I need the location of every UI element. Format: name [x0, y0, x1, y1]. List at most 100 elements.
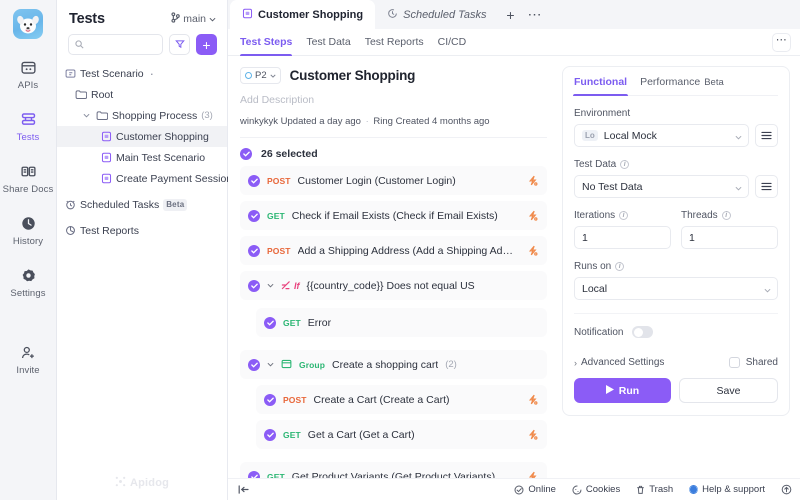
script-bolt-icon[interactable]	[528, 245, 538, 256]
step-checkbox[interactable]	[264, 316, 276, 329]
sidebar-item-share-docs[interactable]: Share Docs	[2, 162, 54, 195]
script-bolt-icon[interactable]	[528, 429, 538, 440]
runs-on-select[interactable]: Local	[574, 277, 778, 300]
user-avatar[interactable]	[13, 9, 43, 39]
filter-icon	[174, 36, 185, 54]
page-title: Tests	[69, 11, 105, 27]
tab-scheduled-tasks[interactable]: Scheduled Tasks	[375, 0, 498, 29]
step-method: POST	[283, 394, 307, 405]
sidebar-item-label: APIs	[17, 80, 39, 91]
priority-selector[interactable]: P2	[240, 67, 281, 84]
shared-label: Shared	[745, 357, 778, 368]
tree-item-main-test-scenario[interactable]: Main Test Scenario	[57, 147, 227, 168]
status-online[interactable]: Online	[514, 484, 556, 495]
step-method: GET	[283, 317, 301, 328]
branch-selector[interactable]: main	[171, 12, 216, 26]
script-bolt-icon[interactable]	[528, 394, 538, 405]
chevron-down-icon[interactable]	[267, 362, 274, 367]
step-row-group[interactable]: Group Create a shopping cart (2)	[240, 350, 547, 379]
status-trash[interactable]: Trash	[636, 484, 673, 495]
tree-item-scheduled-tasks[interactable]: Scheduled Tasks Beta	[57, 194, 227, 215]
step-checkbox[interactable]	[264, 393, 276, 406]
shared-checkbox-group[interactable]: Shared	[728, 357, 778, 368]
shared-checkbox[interactable]	[728, 357, 740, 368]
sidebar-item-settings[interactable]: Settings	[2, 266, 54, 299]
folder-icon	[96, 110, 108, 121]
tab-performance[interactable]: Performance Beta	[640, 76, 724, 95]
info-icon[interactable]: i	[615, 262, 625, 271]
tab-overflow-button[interactable]: ⋯	[522, 0, 546, 29]
tree-item-shopping-process[interactable]: Shopping Process (3)	[57, 105, 227, 126]
step-checkbox[interactable]	[248, 209, 260, 222]
tab-customer-shopping[interactable]: Customer Shopping	[230, 0, 376, 29]
tab-test-steps[interactable]: Test Steps	[240, 29, 293, 56]
step-row[interactable]: GET Error	[256, 308, 547, 337]
tree-search-row: +	[57, 34, 227, 55]
select-all-checkbox[interactable]	[240, 148, 252, 160]
tree-item-test-reports[interactable]: Test Reports	[57, 220, 227, 241]
environment-select[interactable]: Lo Local Mock	[574, 124, 749, 147]
sidebar-item-apis[interactable]: APIs	[2, 58, 54, 91]
tree-item-test-scenario[interactable]: Test Scenario ·	[57, 63, 227, 84]
status-help-support[interactable]: Help & support	[689, 484, 765, 495]
notification-toggle[interactable]	[632, 326, 654, 338]
threads-input[interactable]: 1	[681, 226, 778, 249]
tab-test-reports[interactable]: Test Reports	[365, 29, 424, 56]
list-lines-icon	[761, 178, 772, 196]
script-bolt-icon[interactable]	[528, 210, 538, 221]
step-row[interactable]: POST Add a Shipping Address (Add a Shipp…	[240, 236, 547, 265]
sidebar-item-tests[interactable]: Tests	[2, 110, 54, 143]
tab-test-data[interactable]: Test Data	[306, 29, 350, 56]
step-row[interactable]: POST Customer Login (Customer Login)	[240, 166, 547, 195]
notification-label: Notification	[574, 326, 624, 338]
advanced-settings-toggle[interactable]: › Advanced Settings	[574, 357, 664, 368]
tree-item-root[interactable]: Root	[57, 84, 227, 105]
test-data-select[interactable]: No Test Data	[574, 175, 749, 198]
new-tab-button[interactable]: +	[498, 0, 522, 29]
info-icon[interactable]: i	[620, 160, 630, 169]
tab-functional[interactable]: Functional	[572, 76, 629, 96]
sidebar-item-label: Share Docs	[2, 184, 54, 195]
step-checkbox[interactable]	[248, 174, 260, 187]
step-checkbox[interactable]	[248, 358, 260, 371]
step-checkbox[interactable]	[264, 428, 276, 441]
step-row[interactable]: GET Get a Cart (Get a Cart)	[256, 420, 547, 449]
more-options-button[interactable]: ⋯	[772, 32, 791, 52]
description-input[interactable]: Add Description	[240, 94, 547, 106]
selected-count-label: 26 selected	[261, 148, 318, 160]
step-row[interactable]: POST Create a Cart (Create a Cart)	[256, 385, 547, 414]
scenario-header: P2 Customer Shopping	[240, 67, 547, 84]
step-checkbox[interactable]	[248, 244, 260, 257]
status-upgrade[interactable]	[781, 484, 792, 495]
step-row[interactable]: GET Check if Email Exists (Check if Emai…	[240, 201, 547, 230]
tree-item-label: Root	[91, 88, 114, 101]
step-checkbox[interactable]	[248, 279, 260, 292]
step-row-condition[interactable]: If {{country_code}} Does not equal US	[240, 271, 547, 300]
search-box[interactable]	[68, 34, 163, 55]
search-icon	[75, 36, 84, 54]
script-bolt-icon[interactable]	[528, 471, 538, 478]
sidebar-item-invite[interactable]: Invite	[2, 343, 54, 376]
chevron-down-icon[interactable]	[81, 113, 92, 118]
status-cookies[interactable]: Cookies	[572, 484, 620, 495]
search-input[interactable]	[88, 39, 156, 50]
script-bolt-icon[interactable]	[528, 175, 538, 186]
iterations-input[interactable]: 1	[574, 226, 671, 249]
step-row[interactable]: GET Get Product Variants (Get Product Va…	[240, 462, 547, 478]
run-button[interactable]: Run	[574, 378, 671, 403]
settings-icon	[20, 266, 37, 285]
info-icon[interactable]: i	[721, 211, 731, 220]
chevron-down-icon[interactable]	[267, 283, 274, 288]
collapse-sidebar-icon[interactable]	[238, 485, 249, 494]
environment-manage-button[interactable]	[755, 124, 778, 147]
tree-item-create-payment-session[interactable]: Create Payment Session	[57, 168, 232, 189]
sidebar-item-history[interactable]: History	[2, 214, 54, 247]
step-checkbox[interactable]	[248, 470, 260, 478]
tab-cicd[interactable]: CI/CD	[438, 29, 467, 56]
filter-button[interactable]	[169, 34, 190, 55]
save-button[interactable]: Save	[679, 378, 778, 403]
test-data-manage-button[interactable]	[755, 175, 778, 198]
add-test-button[interactable]: +	[196, 34, 217, 55]
tree-item-customer-shopping[interactable]: Customer Shopping	[57, 126, 227, 147]
info-icon[interactable]: i	[619, 211, 629, 220]
